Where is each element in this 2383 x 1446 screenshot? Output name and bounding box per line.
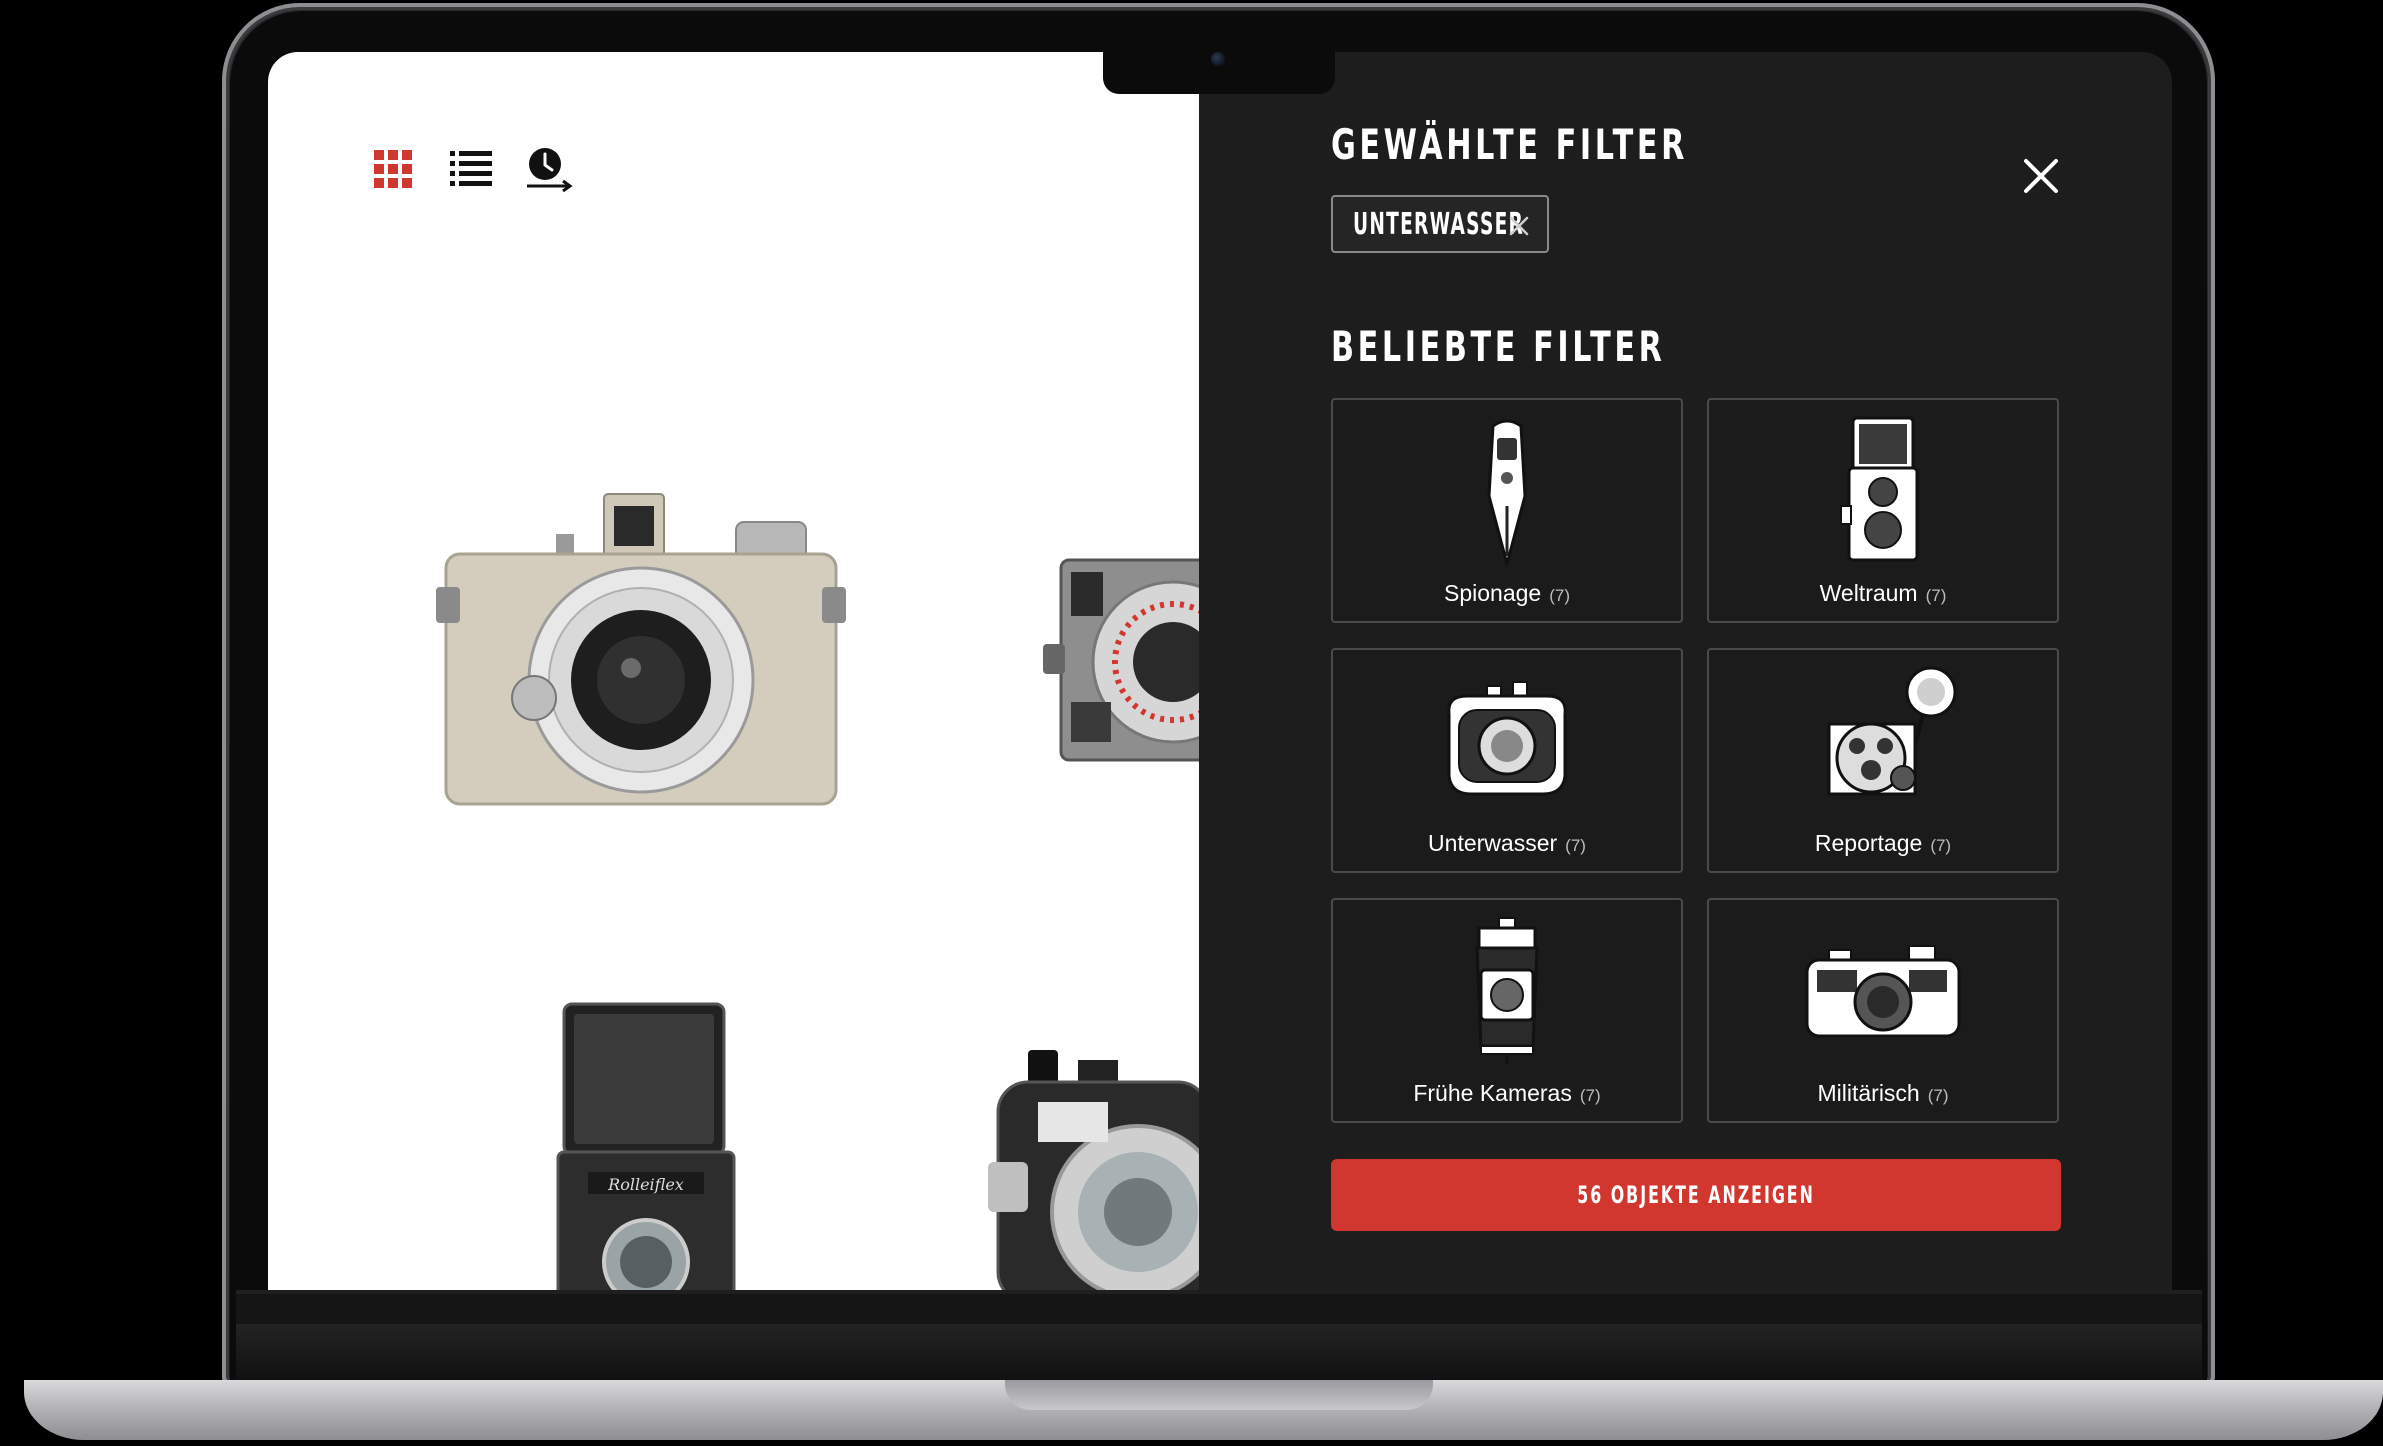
beige-box-camera-image <box>436 493 846 806</box>
selected-filter-chip-label: UNTERWASSER <box>1353 206 1525 242</box>
filter-tile-label: Frühe Kameras <box>1413 1080 1572 1106</box>
svg-text:Rolleiflex: Rolleiflex <box>607 1175 684 1194</box>
list-view-button[interactable] <box>446 144 496 194</box>
filter-tile-count: (7) <box>1565 836 1586 855</box>
filter-tile-weltraum[interactable]: Weltraum (7) <box>1707 398 2059 623</box>
folding-camera-icon <box>1475 917 1539 1064</box>
grid-view-icon <box>374 150 412 188</box>
rangefinder-camera-icon <box>1805 945 1961 1038</box>
webcam-icon <box>1211 52 1225 66</box>
laptop-screen: Rolleiflex GEWÄHLTE FILTER UNTERWASSER B… <box>268 52 2172 1290</box>
filter-tile-count: (7) <box>1930 836 1952 855</box>
filter-tile-count: (7) <box>1579 1086 1601 1105</box>
filter-tile-count: (7) <box>1925 586 1947 605</box>
timeline-view-icon <box>527 148 573 192</box>
show-results-button[interactable]: 56 OBJEKTE ANZEIGEN <box>1331 1159 2061 1231</box>
filter-tile-count: (7) <box>1549 586 1570 605</box>
twin-lens-reflex-camera-image: Rolleiflex <box>556 1002 736 1290</box>
grid-view-button[interactable] <box>368 144 418 194</box>
popular-filter-grid: Spionage (7) Weltraum (7) Unterwasser (7… <box>1331 398 2059 1123</box>
selected-filters-heading: GEWÄHLTE FILTER <box>1331 120 1689 169</box>
filter-tile-label: Weltraum <box>1819 580 1918 606</box>
twin-lens-camera-icon <box>1840 416 1919 562</box>
filter-panel: GEWÄHLTE FILTER UNTERWASSER BELIEBTE FIL… <box>1199 52 2172 1290</box>
filter-tile-label: Militärisch <box>1817 1080 1920 1106</box>
view-toggles <box>368 144 574 194</box>
filter-tile-spionage[interactable]: Spionage (7) <box>1331 398 1683 623</box>
underwater-camera-icon <box>1447 681 1567 796</box>
filter-tile-fruehe-kameras[interactable]: Frühe Kameras (7) <box>1331 898 1683 1123</box>
filter-tile-reportage[interactable]: Reportage (7) <box>1707 648 2059 873</box>
close-panel-button[interactable] <box>2021 156 2061 196</box>
popular-filters-heading: BELIEBTE FILTER <box>1331 322 1666 371</box>
filter-tile-unterwasser[interactable]: Unterwasser (7) <box>1331 648 1683 873</box>
show-results-label: 56 OBJEKTE ANZEIGEN <box>1577 1181 1815 1209</box>
laptop-hinge <box>236 1324 2202 1380</box>
filter-tile-label: Unterwasser <box>1428 830 1558 856</box>
flash-camera-icon <box>1827 666 1957 796</box>
filter-tile-label: Reportage <box>1814 830 1923 856</box>
underwater-housing-camera-image <box>988 1050 1199 1290</box>
laptop-base-notch <box>1005 1380 1433 1410</box>
timeline-view-button[interactable] <box>524 144 574 194</box>
list-view-icon <box>450 151 492 186</box>
remove-filter-icon[interactable] <box>1507 214 1531 238</box>
close-icon <box>2024 159 2058 193</box>
filter-tile-count: (7) <box>1927 1086 1949 1105</box>
filter-tile-militaerisch[interactable]: Militärisch (7) <box>1707 898 2059 1123</box>
grey-rangefinder-camera-image <box>1043 558 1199 762</box>
selected-filter-chip[interactable]: UNTERWASSER <box>1331 195 1549 253</box>
spy-camera-icon <box>1487 419 1527 566</box>
collection-pane: Rolleiflex <box>268 52 1199 1290</box>
filter-tile-label: Spionage <box>1444 580 1542 606</box>
